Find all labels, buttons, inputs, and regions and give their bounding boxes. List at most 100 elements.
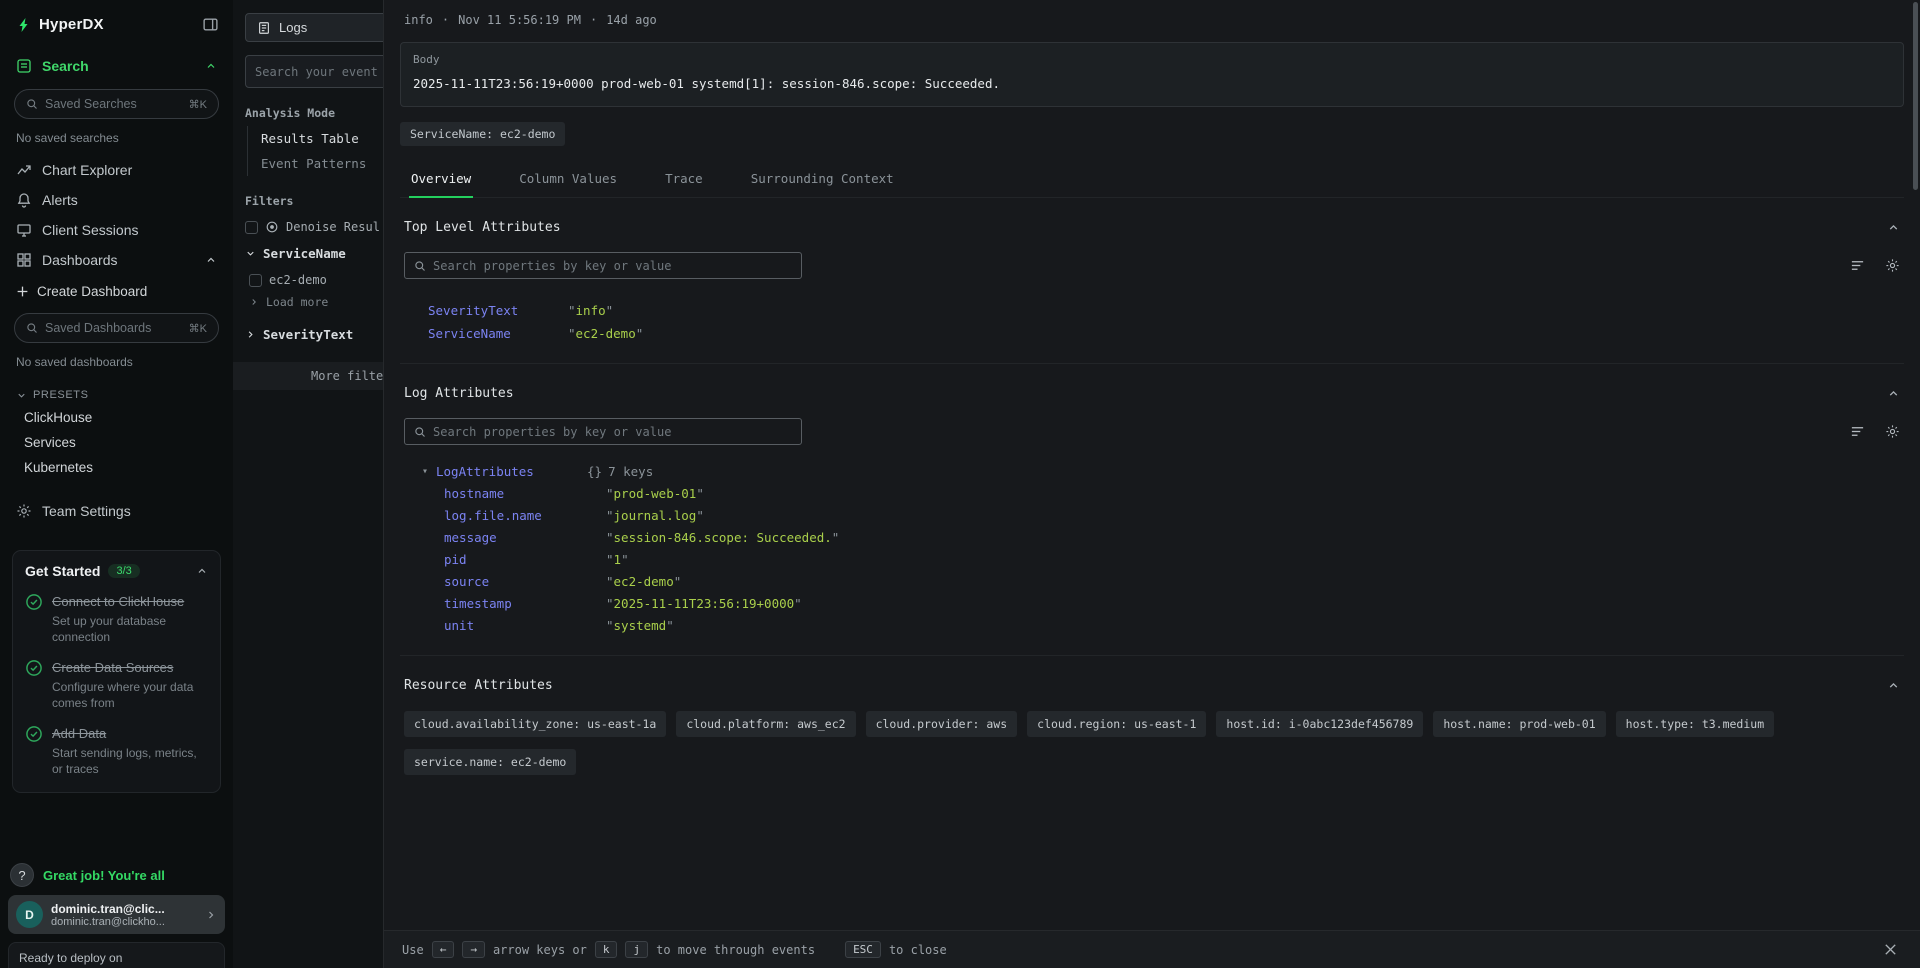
chevron-up-icon: [205, 254, 217, 266]
app-root: HyperDX Search ⌘K No saved searches: [0, 0, 1920, 968]
user-menu[interactable]: D dominic.tran@clic... dominic.tran@clic…: [8, 895, 225, 934]
attribute-row: unit systemd: [404, 615, 1900, 637]
attribute-value[interactable]: journal.log: [606, 505, 704, 527]
resource-tags: cloud.availability_zone: us-east-1a clou…: [404, 711, 1900, 775]
sidebar-item-alerts[interactable]: Alerts: [0, 185, 233, 215]
attribute-key[interactable]: timestamp: [444, 593, 606, 615]
attribute-value[interactable]: session-846.scope: Succeeded.: [606, 527, 839, 549]
search-icon: [414, 260, 426, 272]
service-name-tag[interactable]: ServiceName: ec2-demo: [400, 122, 565, 146]
get-started-step-add-data[interactable]: Add Data Start sending logs, metrics, or…: [25, 725, 208, 777]
attribute-value[interactable]: systemd: [606, 615, 674, 637]
chevron-right-icon: [249, 297, 259, 307]
tab-surrounding-context[interactable]: Surrounding Context: [749, 162, 896, 197]
denoise-checkbox[interactable]: [245, 221, 258, 234]
tab-column-values[interactable]: Column Values: [517, 162, 619, 197]
congrats-row: ? Great job! You're all: [0, 863, 233, 887]
chevron-up-icon[interactable]: [1887, 679, 1900, 692]
gear-icon[interactable]: [1885, 424, 1900, 439]
sidebar-bottom-group: ? Great job! You're all D dominic.tran@c…: [0, 863, 233, 968]
sidebar-item-dashboards[interactable]: Dashboards: [0, 245, 233, 275]
search-list-icon: [16, 58, 32, 74]
sidebar-item-search[interactable]: Search: [0, 51, 233, 81]
footer-hint-text: to move through events: [656, 943, 815, 957]
attribute-value[interactable]: 1: [606, 549, 629, 571]
preset-services[interactable]: Services: [0, 430, 233, 455]
attribute-key[interactable]: ServiceName: [404, 322, 568, 345]
sidebar-item-label: Alerts: [42, 192, 78, 208]
help-button[interactable]: ?: [10, 863, 34, 887]
close-drawer-button[interactable]: [1879, 938, 1902, 961]
chevron-up-icon[interactable]: [1887, 221, 1900, 234]
chevron-up-icon: [205, 60, 217, 72]
property-search-input[interactable]: [433, 259, 792, 273]
attribute-value[interactable]: 2025-11-11T23:56:19+0000: [606, 593, 802, 615]
resource-tag[interactable]: cloud.platform: aws_ec2: [676, 711, 855, 737]
attribute-value[interactable]: ec2-demo: [606, 571, 681, 593]
attribute-value[interactable]: prod-web-01: [606, 483, 704, 505]
attribute-row: pid 1: [404, 549, 1900, 571]
presets-label: PRESETS: [33, 389, 89, 401]
source-selector-label: Logs: [279, 20, 307, 35]
resource-tag[interactable]: host.id: i-0abc123def456789: [1216, 711, 1423, 737]
ec2-demo-checkbox[interactable]: [249, 274, 262, 287]
presets-toggle[interactable]: PRESETS: [0, 379, 233, 405]
property-search-box[interactable]: [404, 418, 802, 445]
saved-dashboards-input[interactable]: ⌘K: [14, 313, 219, 343]
gear-icon[interactable]: [1885, 258, 1900, 273]
attribute-key[interactable]: unit: [444, 615, 606, 637]
resource-tag[interactable]: cloud.availability_zone: us-east-1a: [404, 711, 666, 737]
preset-kubernetes[interactable]: Kubernetes: [0, 455, 233, 480]
get-started-step-connect[interactable]: Connect to ClickHouse Set up your databa…: [25, 593, 208, 645]
drawer-footer: Use ← → arrow keys or k j to move throug…: [384, 930, 1920, 968]
sidebar-item-label: Search: [42, 58, 89, 74]
resource-tag[interactable]: cloud.region: us-east-1: [1027, 711, 1206, 737]
get-started-step-sources[interactable]: Create Data Sources Configure where your…: [25, 659, 208, 711]
chevron-up-icon[interactable]: [1887, 387, 1900, 400]
sidebar-item-label: Dashboards: [42, 252, 118, 268]
drawer-scrollbar[interactable]: [1913, 2, 1918, 190]
deploy-banner[interactable]: Ready to deploy on: [8, 942, 225, 968]
k-key: k: [595, 941, 618, 958]
attribute-key[interactable]: hostname: [444, 483, 606, 505]
tab-overview[interactable]: Overview: [409, 162, 473, 198]
attribute-key[interactable]: message: [444, 527, 606, 549]
attribute-row: source ec2-demo: [404, 571, 1900, 593]
resource-tag[interactable]: cloud.provider: aws: [866, 711, 1018, 737]
chart-icon: [16, 162, 32, 178]
get-started-header[interactable]: Get Started 3/3: [25, 563, 208, 579]
preset-clickhouse[interactable]: ClickHouse: [0, 405, 233, 430]
attribute-key[interactable]: log.file.name: [444, 505, 606, 527]
log-attributes-root-toggle[interactable]: ▾ LogAttributes {}7 keys: [404, 461, 1900, 483]
saved-searches-input[interactable]: ⌘K: [14, 89, 219, 119]
attribute-key[interactable]: LogAttributes: [436, 461, 587, 483]
attribute-row: message session-846.scope: Succeeded.: [404, 527, 1900, 549]
attribute-key[interactable]: SeverityText: [404, 299, 568, 322]
gear-icon: [16, 503, 32, 519]
event-detail-drawer: info · Nov 11 5:56:19 PM · 14d ago Body …: [383, 0, 1920, 968]
attribute-value[interactable]: ec2-demo: [568, 322, 643, 345]
saved-dashboards-field[interactable]: [45, 321, 182, 335]
section-title: Resource Attributes: [404, 678, 1887, 693]
app-logo[interactable]: HyperDX: [16, 16, 104, 33]
resource-tag[interactable]: host.type: t3.medium: [1616, 711, 1774, 737]
team-settings[interactable]: Team Settings: [0, 496, 233, 526]
resource-tag[interactable]: service.name: ec2-demo: [404, 749, 576, 775]
sidebar-collapse-icon[interactable]: [202, 16, 219, 33]
step-desc: Set up your database connection: [52, 614, 208, 645]
cmd-k-shortcut: ⌘K: [189, 322, 207, 335]
create-dashboard-button[interactable]: Create Dashboard: [0, 275, 233, 305]
tab-trace[interactable]: Trace: [663, 162, 705, 197]
property-search-input[interactable]: [433, 425, 792, 439]
attribute-value[interactable]: info: [568, 299, 613, 322]
get-started-title: Get Started: [25, 563, 100, 579]
resource-tag[interactable]: host.name: prod-web-01: [1433, 711, 1605, 737]
expand-rows-icon[interactable]: [1850, 424, 1865, 439]
property-search-box[interactable]: [404, 252, 802, 279]
sidebar-item-client-sessions[interactable]: Client Sessions: [0, 215, 233, 245]
sidebar-item-chart-explorer[interactable]: Chart Explorer: [0, 155, 233, 185]
expand-rows-icon[interactable]: [1850, 258, 1865, 273]
attribute-key[interactable]: pid: [444, 549, 606, 571]
attribute-key[interactable]: source: [444, 571, 606, 593]
saved-searches-field[interactable]: [45, 97, 182, 111]
